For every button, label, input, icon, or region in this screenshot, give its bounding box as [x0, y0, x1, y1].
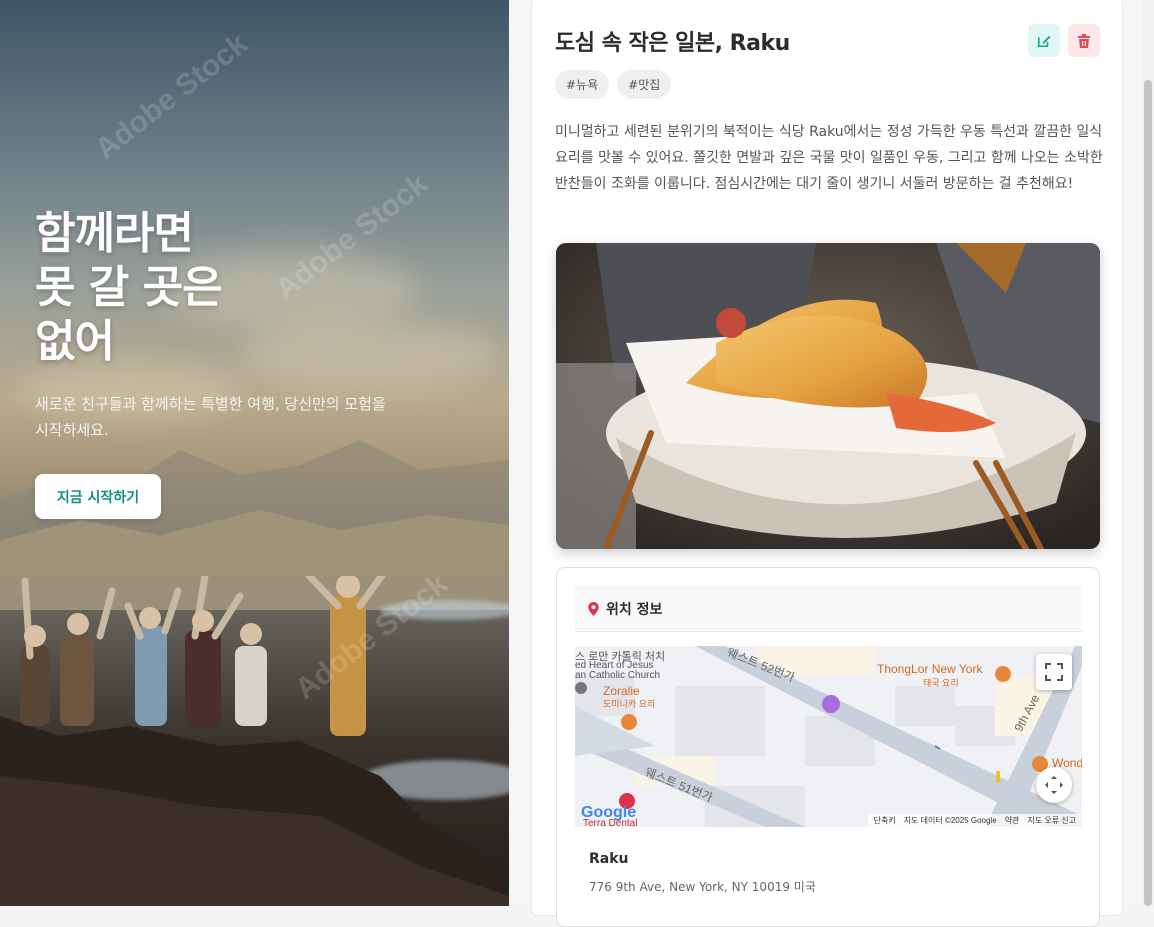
move-arrows-icon [1045, 776, 1063, 794]
post-title: 도심 속 작은 일본, Raku [555, 31, 790, 56]
map-terms-link[interactable]: 약관 [1005, 815, 1020, 826]
hero-people-on-rock [0, 576, 509, 906]
location-header-label: 위치 정보 [606, 601, 663, 618]
scrollbar-thumb[interactable] [1144, 80, 1152, 906]
trash-icon [1078, 33, 1090, 48]
tag-chip[interactable]: #맛집 [617, 70, 672, 99]
tag-list: #뉴욕 #맛집 [555, 70, 672, 99]
map-label: ThongLor New York [877, 662, 983, 676]
delete-button[interactable] [1068, 24, 1100, 57]
food-photo [556, 243, 1100, 549]
post-description: 미니멀하고 세련된 분위기의 북적이는 식당 Raku에서는 정성 가득한 우동… [555, 124, 1103, 192]
map-label: 도미니카 요리 [603, 699, 656, 709]
hero-title-line: 없어 [35, 316, 115, 367]
map-shortcuts-link[interactable]: 단축키 [874, 815, 896, 826]
map-label: an Catholic Church [575, 670, 661, 681]
map-label: 태국 요리 [923, 678, 959, 688]
google-logo: Google [581, 804, 637, 821]
post-panel: 도심 속 작은 일본, Raku #뉴욕 #맛집 미니멀하고 세련된 분위기의 … [509, 0, 1154, 927]
map-attribution: 단축키 지도 데이터 ©2025 Google 약관 지도 오류 신고 [867, 814, 1082, 827]
location-header: 위치 정보 [575, 586, 1082, 632]
hero-subtitle: 새로운 친구들과 함께하는 특별한 여행, 당신만의 모험을 시작하세요. [35, 395, 386, 439]
map-report-link[interactable]: 지도 오류 신고 [1027, 815, 1076, 826]
start-now-button[interactable]: 지금 시작하기 [35, 474, 161, 519]
map-label: Zoralie [603, 684, 640, 698]
scrollbar[interactable] [1142, 0, 1154, 906]
google-map[interactable]: 스 로만 카톨릭 처치 ed Heart of Jesus an Catholi… [575, 646, 1082, 827]
place-name: Raku [589, 851, 629, 867]
tempura-image [556, 243, 1100, 549]
edit-button[interactable] [1028, 24, 1060, 57]
tag-chip[interactable]: #뉴욕 [555, 70, 610, 99]
hero-title: 함께라면 못 갈 곳은 없어 [35, 207, 415, 369]
place-address: 776 9th Ave, New York, NY 10019 미국 [589, 880, 816, 894]
map-pin-icon [588, 601, 599, 616]
hero-watermark: Adobe Stock [88, 27, 254, 167]
map-data-text: 지도 데이터 ©2025 Google [903, 816, 997, 825]
hero-title-line: 함께라면 [35, 208, 194, 259]
post-card: 도심 속 작은 일본, Raku #뉴욕 #맛집 미니멀하고 세련된 분위기의 … [531, 0, 1123, 927]
hero-content: 함께라면 못 갈 곳은 없어 새로운 친구들과 함께하는 특별한 여행, 당신만… [35, 207, 415, 519]
hero-section: Adobe Stock Adobe Stock Adobe Stock 함께라면… [0, 0, 509, 906]
map-pan-button[interactable] [1036, 767, 1072, 803]
fullscreen-icon [1045, 663, 1063, 681]
edit-icon [1037, 35, 1051, 47]
location-card: 위치 정보 스 로만 카톨릭 처치 ed Heart of Jesus an C… [556, 567, 1100, 927]
fullscreen-button[interactable] [1036, 654, 1072, 690]
hero-title-line: 못 갈 곳은 [35, 262, 223, 313]
